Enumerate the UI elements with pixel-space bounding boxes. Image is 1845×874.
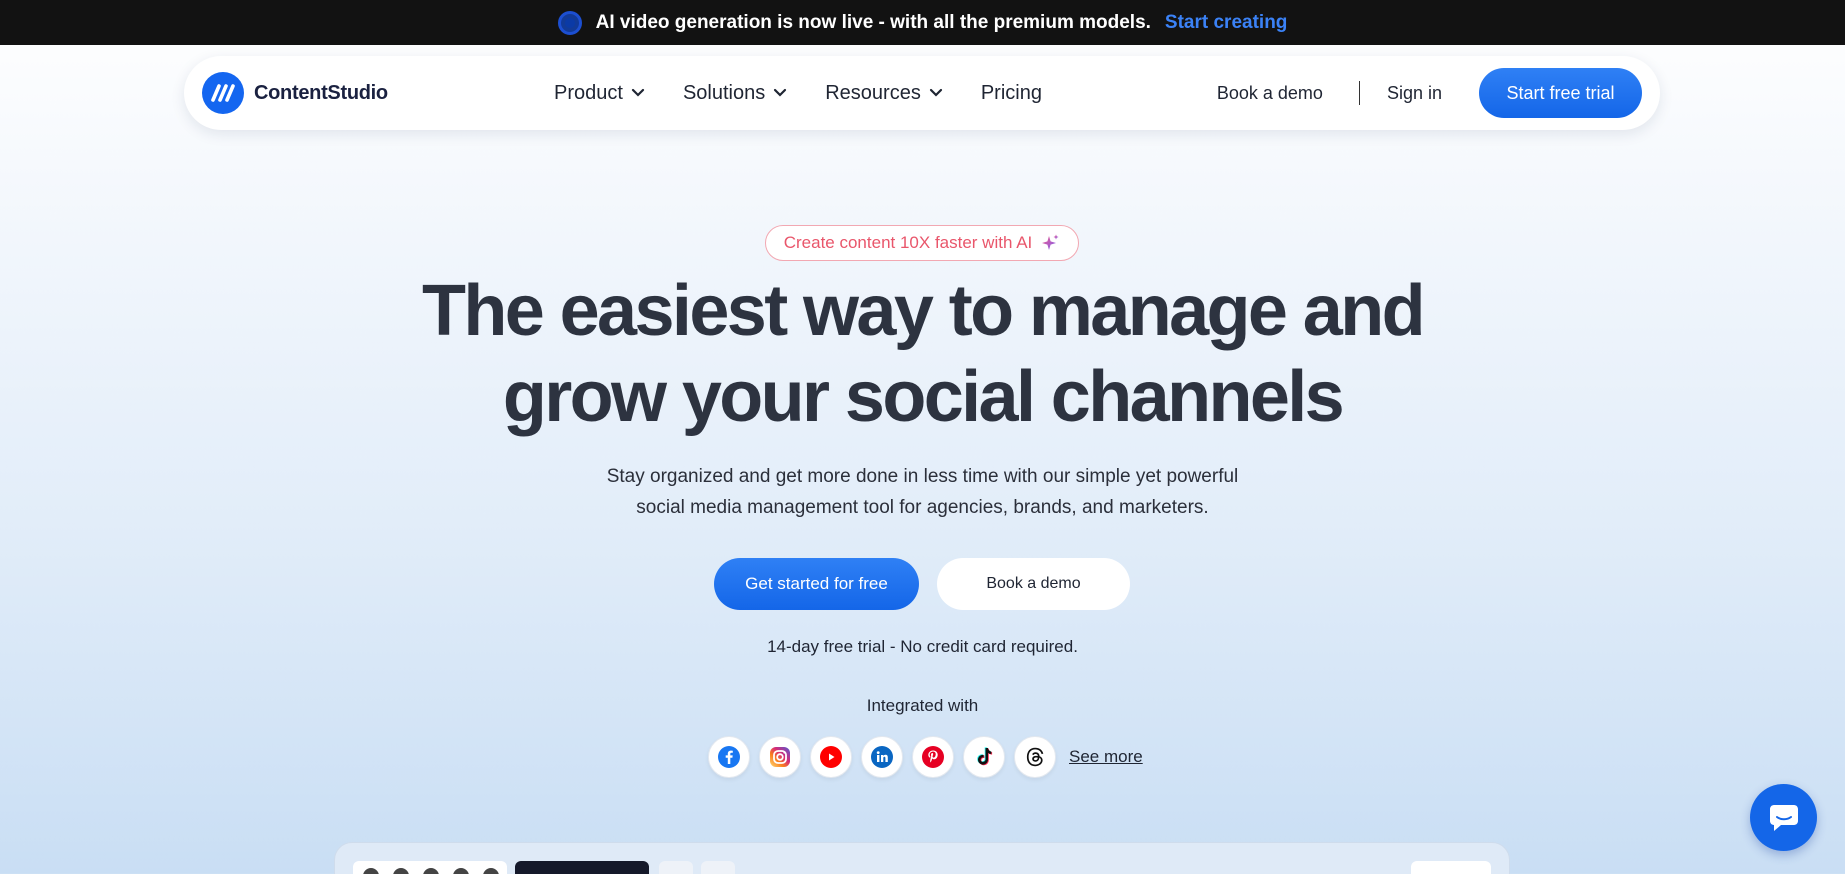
nav-pricing-label: Pricing (980, 81, 1042, 104)
avatar (363, 868, 379, 874)
nav-divider (1358, 81, 1360, 105)
avatar (453, 868, 469, 874)
book-demo-link[interactable]: Book a demo (1217, 83, 1323, 104)
preview-avatar-group (353, 861, 507, 874)
start-free-trial-button[interactable]: Start free trial (1479, 68, 1642, 118)
preview-toolbar-square (659, 861, 693, 874)
chevron-down-icon (631, 88, 645, 97)
hero-subtitle-line-1: Stay organized and get more done in less… (606, 466, 1239, 487)
nav-links: Product Solutions Resources Pricing (554, 82, 1042, 105)
facebook-icon[interactable] (708, 736, 750, 778)
nav-product[interactable]: Product (554, 82, 645, 105)
nav-solutions-label: Solutions (682, 81, 766, 104)
chat-bubble-icon (1769, 804, 1798, 831)
nav-resources[interactable]: Resources (825, 82, 943, 105)
nav-pricing[interactable]: Pricing (981, 82, 1042, 105)
nav-solutions[interactable]: Solutions (683, 82, 787, 105)
start-creating-link[interactable]: Start creating (1165, 12, 1287, 34)
instagram-icon[interactable] (759, 736, 801, 778)
brand-logo[interactable]: ContentStudio (202, 72, 388, 114)
ai-feature-pill[interactable]: Create content 10X faster with AI (765, 225, 1079, 261)
ai-pill-text: Create content 10X faster with AI (783, 233, 1033, 252)
dashboard-preview (334, 842, 1510, 874)
linkedin-icon[interactable] (861, 736, 903, 778)
hero-cta-row: Get started for free Book a demo (714, 558, 1130, 610)
integrated-with-label: Integrated with (866, 696, 979, 715)
see-more-integrations-link[interactable]: See more (1069, 747, 1143, 767)
top-navbar: ContentStudio Product Solutions Resource… (184, 56, 1660, 130)
announcement-bar: AI video generation is now live - with a… (0, 0, 1845, 45)
get-started-button[interactable]: Get started for free (714, 558, 919, 610)
avatar (423, 868, 439, 874)
preview-view-button (515, 861, 649, 874)
pinterest-icon[interactable] (912, 736, 954, 778)
sign-in-link[interactable]: Sign in (1387, 83, 1442, 104)
announcement-text: AI video generation is now live - with a… (595, 11, 1151, 33)
youtube-icon[interactable] (810, 736, 852, 778)
announcement-dot-icon (557, 10, 582, 35)
hero-heading-line-2: grow your social channels (502, 357, 1345, 437)
tiktok-icon[interactable] (963, 736, 1005, 778)
hero-heading-line-1: The easiest way to manage and (422, 271, 1426, 351)
chat-widget-button[interactable] (1750, 784, 1817, 851)
brand-name: ContentStudio (254, 81, 388, 104)
hero-subtitle: Stay organized and get more done in less… (0, 461, 1845, 523)
book-demo-button[interactable]: Book a demo (937, 558, 1130, 610)
nav-actions: Book a demo Sign in Start free trial (1217, 68, 1642, 118)
chevron-down-icon (774, 88, 787, 97)
hero-heading: The easiest way to manage and grow your … (0, 268, 1845, 440)
avatar (393, 868, 409, 874)
contentstudio-logo-icon (202, 72, 244, 114)
sparkle-icon (1042, 234, 1059, 250)
avatar (483, 868, 499, 874)
nav-product-label: Product (554, 81, 623, 104)
integrations-row: See more (708, 736, 1143, 778)
preview-toolbar-square (701, 861, 735, 874)
chevron-down-icon (929, 88, 942, 97)
preview-filter-button (1411, 861, 1491, 874)
nav-resources-label: Resources (825, 81, 921, 104)
hero-subtitle-line-2: social media management tool for agencie… (636, 497, 1209, 518)
threads-icon[interactable] (1014, 736, 1056, 778)
trial-note: 14-day free trial - No credit card requi… (767, 637, 1078, 656)
